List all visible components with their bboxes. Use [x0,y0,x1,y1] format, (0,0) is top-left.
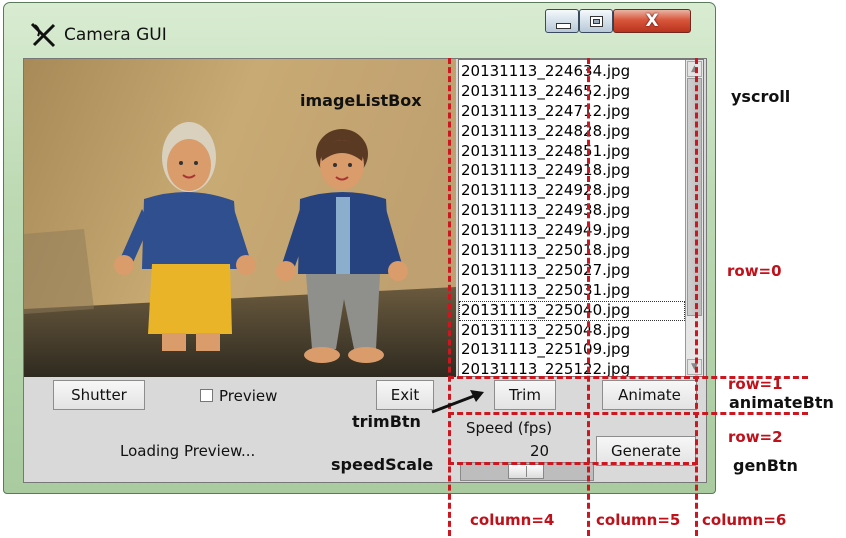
annotation-row-1: row=1 [728,375,783,393]
speed-slider-handle[interactable] [508,464,544,479]
shutter-button[interactable]: Shutter [53,380,145,410]
image-list: 20131113_224634.jpg 20131113_224652.jpg 20… [459,62,685,376]
list-item[interactable]: 20131113_224712.jpg [459,102,685,122]
list-item[interactable]: 20131113_225018.jpg [459,241,685,261]
annotation-row-0: row=0 [727,262,782,280]
list-item[interactable]: 20131113_225109.jpg [459,340,685,360]
grid-line-row-2-bottom [448,462,698,465]
list-item[interactable]: 20131113_225027.jpg [459,261,685,281]
close-icon: X [645,11,659,31]
annotation-animatebtn: animateBtn [729,393,834,412]
tk-feather-icon [30,22,56,48]
speed-scale-label: Speed (fps) [466,419,553,437]
exit-button[interactable]: Exit [376,380,434,410]
preview-checkbox-label[interactable]: Preview [219,387,277,405]
list-item[interactable]: 20131113_224652.jpg [459,82,685,102]
annotation-column-6: column=6 [702,511,787,529]
list-item[interactable]: 20131113_225122.jpg [459,360,685,376]
maximize-button[interactable] [579,9,613,33]
trimbtn-arrow-icon [431,390,484,414]
list-item[interactable]: 20131113_224634.jpg [459,62,685,82]
minimize-icon [556,23,571,29]
annotation-imagelistbox: imageListBox [300,91,422,110]
grid-line-row-2-top [448,412,808,415]
list-item[interactable]: 20131113_224828.jpg [459,122,685,142]
minimize-button[interactable] [545,9,579,33]
annotation-row-2: row=2 [728,428,783,446]
list-item[interactable]: 20131113_224949.jpg [459,221,685,241]
animate-button[interactable]: Animate [602,380,697,410]
maximize-icon [590,16,603,27]
close-button[interactable]: X [613,9,691,33]
annotation-yscroll: yscroll [731,87,791,106]
annotation-column-4: column=4 [470,511,555,529]
annotation-genbtn: genBtn [733,456,798,475]
list-item[interactable]: 20131113_224928.jpg [459,181,685,201]
list-item[interactable]: 20131113_225048.jpg [459,321,685,341]
preview-checkbox[interactable] [200,389,213,402]
trim-button[interactable]: Trim [494,380,556,410]
annotation-trimbtn: trimBtn [352,412,421,431]
window-title: Camera GUI [64,25,167,45]
list-item[interactable]: 20131113_224851.jpg [459,142,685,162]
annotation-speedscale: speedScale [331,455,434,474]
loading-status-text: Loading Preview... [120,442,256,460]
speed-scale-value: 20 [530,442,550,460]
list-item[interactable]: 20131113_225031.jpg [459,281,685,301]
y-scrollbar[interactable]: ▲ ▼ [685,60,703,376]
list-item[interactable]: 20131113_225040.jpg [459,300,685,321]
annotation-column-5: column=5 [596,511,681,529]
title-bar[interactable]: Camera GUI X [4,3,715,59]
list-item[interactable]: 20131113_224938.jpg [459,201,685,221]
list-item[interactable]: 20131113_224918.jpg [459,161,685,181]
image-list-box[interactable]: 20131113_224634.jpg 20131113_224652.jpg 20… [458,59,704,377]
